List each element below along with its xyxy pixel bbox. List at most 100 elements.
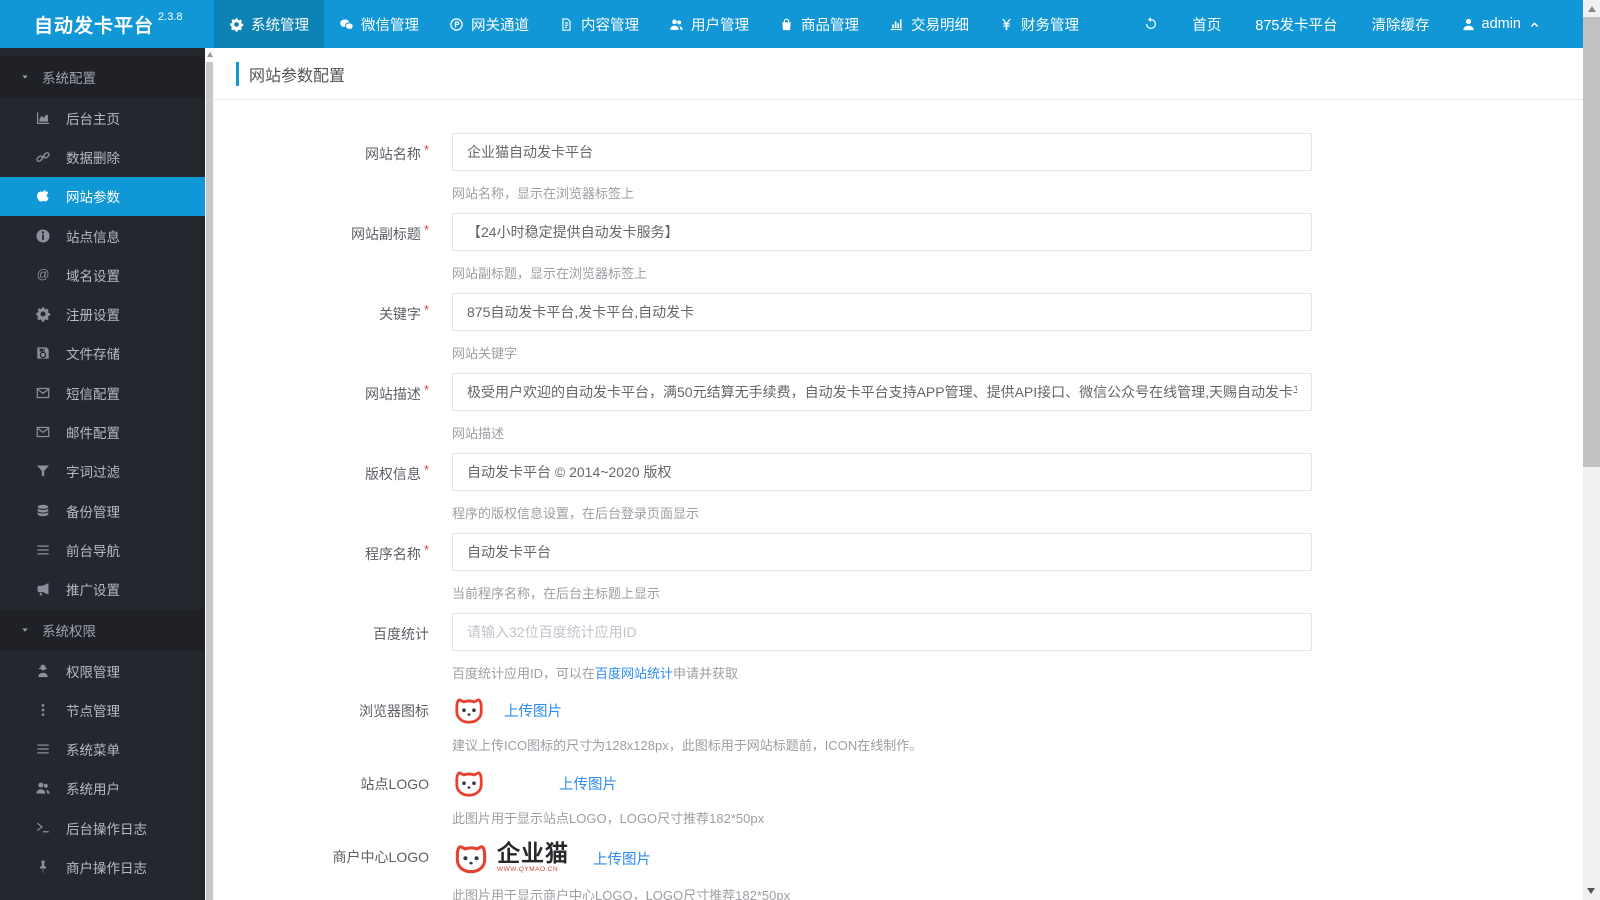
baidu-stats-link[interactable]: 百度网站统计 [595,666,673,681]
sidebar-item-dashboard[interactable]: 后台主页 [0,98,205,137]
sidebar-section-title: 系统配置 [42,71,96,86]
sidebar-item-sys-menu[interactable]: 系统菜单 [0,729,205,768]
sidebar-item-auth[interactable]: 权限管理 [0,651,205,690]
description-input[interactable] [452,373,1312,411]
field-label-program-name: 程序名称 * [214,533,429,603]
copyright-input[interactable] [452,453,1312,491]
nav-item-system[interactable]: 系统管理 [214,0,324,48]
cat-logo-icon [455,698,483,724]
upload-image-link-merchant-logo[interactable]: 上传图片 [593,848,651,869]
sidebar-item-sys-user[interactable]: 系统用户 [0,769,205,808]
sidebar-item-label: 推广设置 [66,583,120,599]
top-navbar: 自动发卡平台 2.3.8 系统管理 微信管理 网关通道 内容管理 用户管理 商品管理 交易明… [0,0,1600,48]
sidebar-item-backup[interactable]: 备份管理 [0,491,205,530]
page-scroll-thumb[interactable] [1583,17,1600,467]
sidebar-item-word-filter[interactable]: 字词过滤 [0,452,205,491]
field-help-site-name: 网站名称，显示在浏览器标签上 [452,186,635,201]
form-row-merchant-logo: 商户中心LOGO 企业猫 WWW.QYMAO.CN 上传图片 此图片用于显示商户中心LO… [214,839,1583,900]
program-name-input[interactable] [452,533,1312,571]
mail-icon [35,424,51,440]
sidebar-item-site-info[interactable]: 站点信息 [0,216,205,255]
page-scroll-down-arrow[interactable] [1587,888,1595,894]
user-menu[interactable]: admin [1447,16,1557,32]
sidebar-section-system-perms[interactable]: 系统权限 [0,608,205,651]
sidebar-section-system-config[interactable]: 系统配置 [0,56,205,98]
sidebar-item-register[interactable]: 注册设置 [0,294,205,333]
sidebar-item-label: 网站参数 [66,190,120,206]
form-row-description: 网站描述*网站描述 [214,373,1583,443]
cat-logo-icon [455,771,483,797]
form-row-keywords: 关键字* 网站关键字 [214,293,1583,363]
sidebar-item-mail[interactable]: 邮件配置 [0,412,205,451]
field-label-text: 版权信息 [364,466,421,482]
baidu-stats-input[interactable] [452,613,1312,651]
nav-link-home[interactable]: 首页 [1175,14,1238,35]
nav-item-trade[interactable]: 交易明细 [874,0,984,48]
secret-icon [35,663,51,679]
keywords-input[interactable] [452,293,1312,331]
upload-image-link-site-logo[interactable]: 上传图片 [559,773,617,794]
sidebar-scroll-thumb[interactable] [206,62,213,900]
sidebar-item-storage[interactable]: 文件存储 [0,334,205,373]
nav-item-finance[interactable]: 财务管理 [984,0,1094,48]
required-asterisk: * [423,542,429,557]
field-help-description: 网站描述 [452,426,505,441]
site-name-input[interactable] [452,133,1312,171]
sidebar-item-label: 后台操作日志 [66,821,147,837]
field-help-site-logo: 此图片用于显示站点LOGO，LOGO尺寸推荐182*50px [452,811,765,826]
sidebar-item-data-delete[interactable]: 数据删除 [0,137,205,176]
form-row-program-name: 程序名称* 当前程序名称，在后台主标题上显示 [214,533,1583,603]
chevron-up-icon [1527,17,1542,32]
doc-icon [559,17,574,32]
sidebar-item-promotion[interactable]: 推广设置 [0,570,205,609]
field-label-site-subtitle: 网站副标题 * [214,213,429,283]
form-row-copyright: 版权信息* 程序的版权信息设置，在后台登录页面显示 [214,453,1583,523]
site-subtitle-input[interactable] [452,213,1312,251]
sidebar-item-front-nav[interactable]: 前台导航 [0,530,205,569]
field-help-copyright: 程序的版权信息设置，在后台登录页面显示 [452,506,700,521]
sidebar-item-sms[interactable]: 短信配置 [0,373,205,412]
users-icon [35,780,51,796]
sidebar-item-admin-log[interactable]: 后台操作日志 [0,808,205,847]
nav-item-users[interactable]: 用户管理 [654,0,764,48]
nav-link-site[interactable]: 875发卡平台 [1238,14,1354,35]
help-text: 百度统计应用ID，可以在 [452,666,596,681]
nav-item-label: 网关通道 [471,17,529,34]
sidebar-item-merchant-log[interactable]: 商户操作日志 [0,847,205,886]
nav-item-wechat[interactable]: 微信管理 [324,0,434,48]
nav-item-label: 财务管理 [1021,17,1079,34]
required-asterisk: * [423,462,429,477]
sidebar-item-domain[interactable]: 域名设置 [0,255,205,294]
bars-icon [35,741,51,757]
refresh-button[interactable] [1127,16,1175,32]
field-main-copyright: 程序的版权信息设置，在后台登录页面显示 [452,453,1312,523]
page-scrollbar[interactable] [1583,0,1600,900]
sidebar-item-node[interactable]: 节点管理 [0,690,205,729]
field-label-text: 程序名称 [364,546,421,562]
info-icon [35,228,51,244]
gear-icon [35,306,51,322]
nav-item-label: 交易明细 [911,17,969,34]
page-scroll-up-arrow[interactable] [1587,6,1596,12]
yen-icon [999,17,1014,32]
sidebar-item-label: 节点管理 [66,703,120,719]
field-main-site-subtitle: 网站副标题，显示在浏览器标签上 [452,213,1312,283]
sidebar-item-site-params[interactable]: 网站参数 [0,176,205,216]
sidebar-item-label: 域名设置 [66,268,120,284]
bars-icon [35,542,51,558]
nav-item-gateway[interactable]: 网关通道 [434,0,544,48]
field-main-favicon: 上传图片 建议上传ICO图标的尺寸为128x128px，此图标用于网站标题前，IC… [452,693,1312,754]
caret-down-icon [20,625,30,635]
upload-image-link-favicon[interactable]: 上传图片 [504,700,562,721]
field-label-copyright: 版权信息 * [214,453,429,523]
chart-icon [889,17,904,32]
form-row-favicon: 浏览器图标 上传图片 建议上传ICO图标的尺寸为128x128px，此图标用于网站标… [214,693,1583,754]
nav-item-content[interactable]: 内容管理 [544,0,654,48]
nav-item-goods[interactable]: 商品管理 [764,0,874,48]
users-icon [669,17,684,32]
top-right-links: 首页 875发卡平台 清除缓存 [1175,14,1446,35]
nav-link-clear-cache[interactable]: 清除缓存 [1355,14,1447,35]
at-icon [35,267,51,283]
sidebar-scroll-up-arrow[interactable] [206,52,213,57]
sidebar-scrollbar[interactable] [205,48,214,900]
